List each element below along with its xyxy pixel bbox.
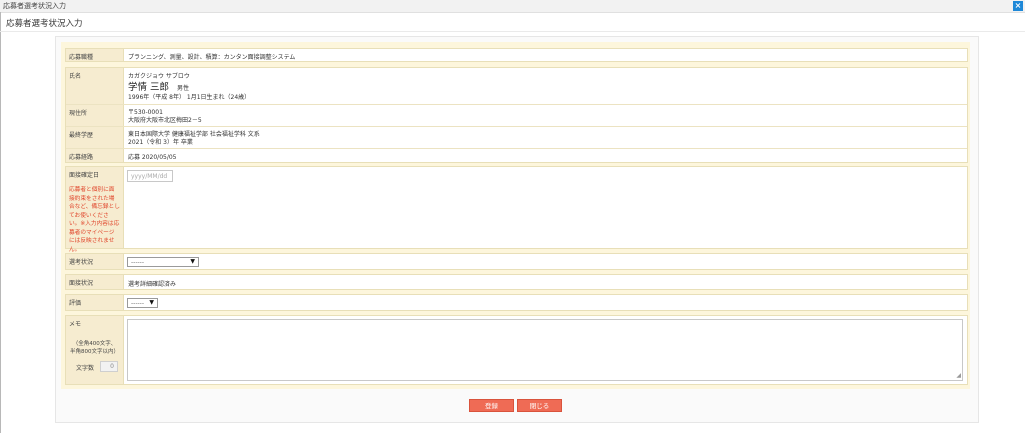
memo-row: メモ （全角400文字、 半角800文字以内） 文字数 0 ◢ bbox=[65, 315, 968, 385]
dropdown-arrow-icon: ▼ bbox=[190, 258, 195, 265]
route-label: 応募経路 bbox=[66, 149, 124, 162]
education-label: 最終学歴 bbox=[66, 127, 124, 148]
interview-date-label: 面接確定日 bbox=[69, 172, 100, 179]
interview-date-label-cell: 面接確定日 応募者と個別に面接約束をされた場合など、備忘録としてお使いください。… bbox=[66, 167, 124, 253]
interview-status-value: 選考詳細確認済み bbox=[128, 281, 177, 288]
memo-label-cell: メモ （全角400文字、 半角800文字以内） 文字数 0 bbox=[66, 316, 124, 384]
address-row: 現住所 〒530-0001 大阪府大阪市北区梅田2－5 bbox=[66, 105, 967, 126]
char-count: 0 bbox=[100, 361, 118, 372]
memo-note-line2: 半角800文字以内） bbox=[70, 349, 119, 355]
applicant-gender: 男性 bbox=[176, 85, 189, 92]
selection-label: 選考状況 bbox=[66, 254, 124, 269]
interview-warning: 応募者と個別に面接約束をされた場合など、備忘録としてお使いください。※入力内容は… bbox=[69, 187, 120, 253]
window-title: 応募者選考状況入力 bbox=[3, 2, 66, 10]
header-divider bbox=[0, 31, 1025, 32]
interview-status-label: 面接状況 bbox=[66, 275, 124, 289]
name-row: 氏名 カガクジョウ サブロウ 学情 三郎 男性 1996年（平成 8年） 1月1… bbox=[66, 68, 967, 104]
rating-value: ------ bbox=[131, 300, 144, 307]
rating-dropdown[interactable]: ------ ▼ bbox=[127, 298, 158, 308]
close-icon[interactable]: × bbox=[1013, 1, 1023, 11]
interview-status-row: 面接状況 選考詳細確認済み bbox=[65, 274, 968, 290]
education-row: 最終学歴 東日本国際大学 健康福祉学部 社会福祉学科 文系 2021（令和 3）… bbox=[66, 127, 967, 148]
applicant-birth: 1996年（平成 8年） 1月1日生まれ（24歳） bbox=[128, 94, 251, 101]
selection-dropdown[interactable]: ------ ▼ bbox=[127, 257, 199, 267]
char-count-label: 文字数 bbox=[76, 365, 95, 372]
job-row: 応募職種 プランニング、測量、設計、積算：カンタン面接調整システム bbox=[65, 48, 968, 62]
close-button[interactable]: 閉じる bbox=[517, 399, 562, 412]
rating-label: 評価 bbox=[66, 295, 124, 310]
left-border bbox=[0, 12, 1, 433]
graduation-value: 2021（令和 3）年 卒業 bbox=[128, 139, 193, 146]
selection-row: 選考状況 ------ ▼ bbox=[65, 253, 968, 270]
rating-row: 評価 ------ ▼ bbox=[65, 294, 968, 311]
memo-textarea[interactable]: ◢ bbox=[127, 319, 963, 381]
address-value: 大阪府大阪市北区梅田2－5 bbox=[128, 117, 202, 124]
name-label: 氏名 bbox=[66, 68, 124, 104]
register-button[interactable]: 登録 bbox=[469, 399, 514, 412]
name-block: 学情 三郎 男性 bbox=[128, 79, 189, 93]
route-row: 応募経路 応募 2020/05/05 bbox=[66, 149, 967, 162]
job-label: 応募職種 bbox=[66, 49, 124, 61]
resize-grip-icon[interactable]: ◢ bbox=[956, 372, 961, 379]
interview-date-row: 面接確定日 応募者と個別に面接約束をされた場合など、備忘録としてお使いください。… bbox=[65, 166, 968, 253]
page-title: 応募者選考状況入力 bbox=[6, 19, 83, 29]
selection-value: ------ bbox=[131, 259, 144, 266]
route-value: 応募 2020/05/05 bbox=[128, 154, 177, 161]
interview-date-input[interactable]: yyyy/MM/dd bbox=[127, 170, 173, 182]
memo-note-line1: （全角400文字、 bbox=[72, 341, 117, 347]
address-label: 現住所 bbox=[66, 105, 124, 126]
applicant-info: 氏名 カガクジョウ サブロウ 学情 三郎 男性 1996年（平成 8年） 1月1… bbox=[65, 67, 968, 163]
memo-label: メモ bbox=[69, 321, 82, 328]
dropdown-arrow-icon: ▼ bbox=[149, 299, 154, 306]
job-value: プランニング、測量、設計、積算：カンタン面接調整システム bbox=[128, 54, 296, 61]
window-titlebar: 応募者選考状況入力 × bbox=[0, 0, 1025, 13]
